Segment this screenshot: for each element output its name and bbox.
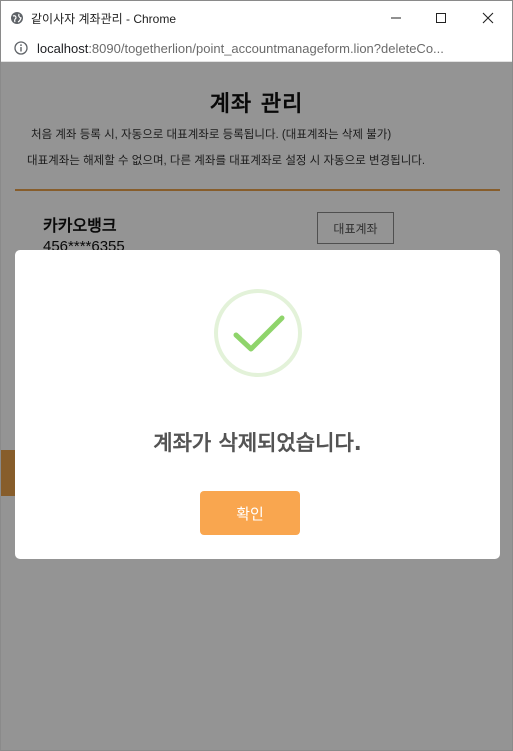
browser-window: 같이사자 계좌관리 - Chrome localhost:8090/togeth… [0,0,513,751]
page-content: 계좌 관리 처음 계좌 등록 시, 자동으로 대표계좌로 등록됩니다. (대표계… [1,62,512,750]
success-check-icon [214,289,302,377]
close-button[interactable] [465,1,511,35]
alert-dialog: 계좌가 삭제되었습니다. 확인 [15,250,500,559]
info-icon[interactable] [14,41,28,55]
maximize-button[interactable] [418,1,464,35]
confirm-button[interactable]: 확인 [200,491,300,535]
close-icon [482,12,494,24]
url-host: localhost [37,40,89,56]
window-title: 같이사자 계좌관리 - Chrome [31,11,176,26]
title-bar: 같이사자 계좌관리 - Chrome [1,1,512,35]
url-path: :8090/togetherlion/point_accountmanagefo… [88,40,444,56]
globe-icon [11,12,23,24]
minimize-icon [391,17,401,19]
maximize-icon [436,13,446,23]
address-bar[interactable]: localhost:8090/togetherlion/point_accoun… [1,35,512,62]
alert-message: 계좌가 삭제되었습니다. [153,431,362,455]
url-text[interactable]: localhost:8090/togetherlion/point_accoun… [37,41,497,56]
minimize-button[interactable] [373,1,419,35]
